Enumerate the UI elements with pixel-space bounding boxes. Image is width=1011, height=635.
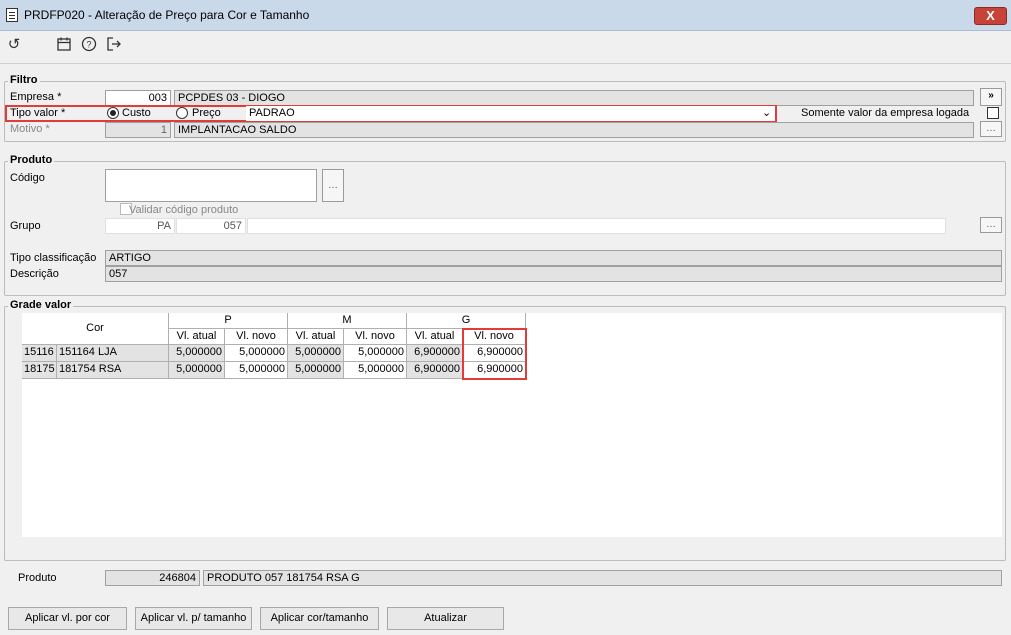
empresa-lookup-button[interactable]: »	[980, 88, 1002, 106]
cor-column-header: Cor	[22, 313, 169, 345]
motivo-label: Motivo *	[10, 123, 50, 135]
table-row-2-p-novo[interactable]: 5,000000	[225, 362, 288, 379]
filtro-title: Filtro	[8, 74, 40, 86]
grupo-value-field[interactable]: 057	[176, 218, 246, 234]
table-row-2-cor[interactable]: 181754 RSA	[57, 362, 169, 379]
refresh-icon[interactable]: ↺	[5, 36, 23, 54]
toolbar-separator	[0, 63, 1011, 64]
exit-icon[interactable]	[105, 36, 123, 54]
motivo-lookup-button[interactable]: …	[980, 121, 1002, 137]
table-row-1-m-novo[interactable]: 5,000000	[344, 345, 407, 362]
descricao-label: Descrição	[10, 268, 59, 280]
descricao-field: 057	[105, 266, 1002, 282]
g-atual-header: Vl. atual	[407, 329, 463, 345]
produto-title: Produto	[8, 154, 55, 166]
motivo-name-field: IMPLANTACAO SALDO	[174, 122, 974, 138]
grupo-label: Grupo	[10, 220, 41, 232]
aplicar-por-tamanho-button[interactable]: Aplicar vl. p/ tamanho	[135, 607, 252, 630]
table-row-1-p-atual: 5,000000	[169, 345, 225, 362]
footer-produto-label: Produto	[18, 572, 57, 584]
grade-valor-title: Grade valor	[8, 299, 74, 311]
motivo-code-field: 1	[105, 122, 171, 138]
m-atual-header: Vl. atual	[288, 329, 344, 345]
calendar-icon[interactable]	[55, 36, 73, 54]
table-row-2-g-atual: 6,900000	[407, 362, 463, 379]
tipo-classificacao-label: Tipo classificação	[10, 252, 97, 264]
aplicar-por-cor-button[interactable]: Aplicar vl. por cor	[8, 607, 127, 630]
radio-preco-label: Preço	[192, 107, 221, 119]
p-novo-header: Vl. novo	[225, 329, 288, 345]
radio-custo-label: Custo	[122, 107, 151, 119]
size-header-m: M	[288, 313, 407, 329]
table-row-2-code[interactable]: 18175	[22, 362, 57, 379]
document-icon	[6, 8, 18, 22]
table-row-1-code[interactable]: 15116	[22, 345, 57, 362]
tipo-valor-select-value: PADRAO	[249, 107, 295, 119]
codigo-label: Código	[10, 172, 45, 184]
grupo-code-field[interactable]: PA	[105, 218, 175, 234]
table-row-1-cor[interactable]: 151164 LJA	[57, 345, 169, 362]
table-row-1-g-atual: 6,900000	[407, 345, 463, 362]
size-header-g: G	[407, 313, 526, 329]
table-row-2-m-novo[interactable]: 5,000000	[344, 362, 407, 379]
tipo-classificacao-field: ARTIGO	[105, 250, 1002, 266]
p-atual-header: Vl. atual	[169, 329, 225, 345]
chevron-down-icon[interactable]: ⌄	[762, 106, 771, 119]
size-header-p: P	[169, 313, 288, 329]
tipo-valor-select[interactable]: PADRAO	[246, 106, 775, 121]
radio-custo[interactable]	[107, 107, 119, 119]
footer-produto-code: 246804	[105, 570, 200, 586]
empresa-name-field: PCPDES 03 - DIOGO	[174, 90, 974, 106]
svg-text:?: ?	[86, 40, 91, 50]
g-novo-highlight	[462, 328, 527, 380]
atualizar-button[interactable]: Atualizar	[387, 607, 504, 630]
somente-empresa-label: Somente valor da empresa logada	[801, 107, 970, 119]
m-novo-header: Vl. novo	[344, 329, 407, 345]
footer-produto-name: PRODUTO 057 181754 RSA G	[203, 570, 1002, 586]
help-icon[interactable]: ?	[80, 36, 98, 54]
tipo-valor-label: Tipo valor *	[10, 107, 66, 119]
codigo-input[interactable]	[105, 169, 317, 202]
window-title: PRDFP020 - Alteração de Preço para Cor e…	[24, 8, 310, 22]
radio-preco[interactable]	[176, 107, 188, 119]
grupo-lookup-button[interactable]: …	[980, 217, 1002, 233]
somente-empresa-checkbox[interactable]	[987, 107, 999, 119]
table-row-2-m-atual: 5,000000	[288, 362, 344, 379]
close-button[interactable]: X	[974, 7, 1007, 25]
empresa-label: Empresa *	[10, 91, 62, 103]
empresa-code-input[interactable]: 003	[105, 90, 171, 106]
table-row-1-m-atual: 5,000000	[288, 345, 344, 362]
codigo-lookup-button[interactable]: …	[322, 169, 344, 202]
table-row-1-p-novo[interactable]: 5,000000	[225, 345, 288, 362]
validar-codigo-label: Validar código produto	[129, 204, 239, 216]
grupo-description-field	[247, 218, 946, 234]
aplicar-cor-tamanho-button[interactable]: Aplicar cor/tamanho	[260, 607, 379, 630]
table-row-2-p-atual: 5,000000	[169, 362, 225, 379]
